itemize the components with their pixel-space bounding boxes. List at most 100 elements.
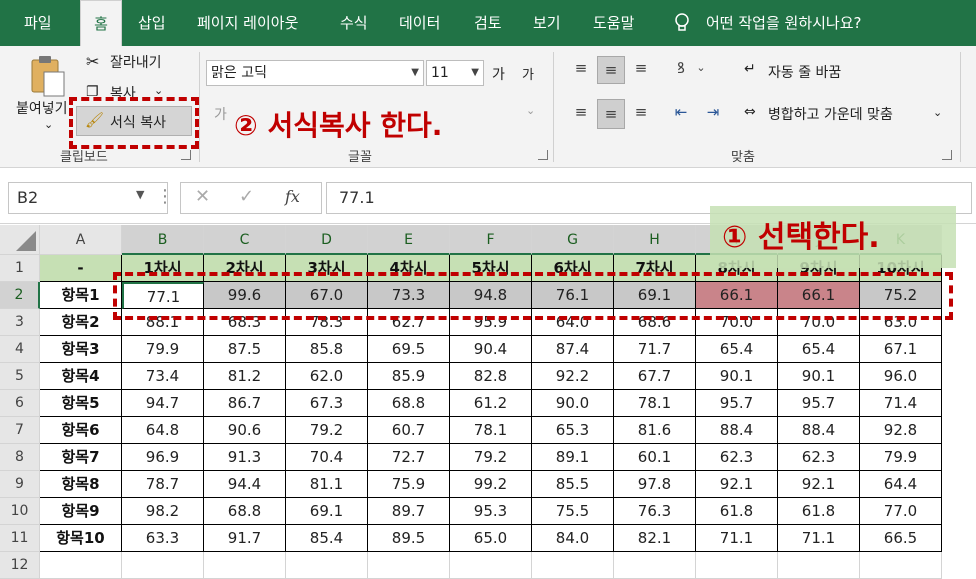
font-color-dropdown-icon[interactable]: ⌄ bbox=[526, 104, 535, 117]
select-all-corner[interactable] bbox=[0, 225, 40, 255]
data-cell[interactable]: 78.1 bbox=[450, 417, 532, 444]
data-cell[interactable]: 90.1 bbox=[696, 363, 778, 390]
cell[interactable] bbox=[614, 552, 696, 579]
copy-dropdown-icon[interactable]: ⌄ bbox=[154, 84, 163, 97]
data-cell[interactable]: 65.4 bbox=[778, 336, 860, 363]
data-cell[interactable]: 71.7 bbox=[614, 336, 696, 363]
data-cell[interactable]: 87.4 bbox=[532, 336, 614, 363]
cell[interactable] bbox=[204, 552, 286, 579]
cell[interactable] bbox=[532, 552, 614, 579]
data-cell[interactable]: 72.7 bbox=[368, 444, 450, 471]
data-cell[interactable]: 89.7 bbox=[368, 498, 450, 525]
item-label-cell[interactable]: 항목3 bbox=[40, 336, 122, 363]
data-cell[interactable]: 97.8 bbox=[614, 471, 696, 498]
decrease-indent-icon[interactable]: ⇤ bbox=[668, 99, 694, 127]
data-cell[interactable]: 82.1 bbox=[614, 525, 696, 552]
insert-function-icon[interactable]: fx bbox=[285, 187, 300, 206]
row-header-2[interactable]: 2 bbox=[0, 282, 40, 309]
tab-review[interactable]: 검토 bbox=[474, 0, 502, 46]
data-cell[interactable]: 90.0 bbox=[532, 390, 614, 417]
merge-center-button[interactable]: 병합하고 가운데 맞춤 bbox=[768, 104, 893, 124]
align-bottom-icon[interactable]: ≡ bbox=[628, 56, 654, 82]
tab-formulas[interactable]: 수식 bbox=[340, 0, 368, 46]
data-cell[interactable]: 94.7 bbox=[122, 390, 204, 417]
data-cell[interactable]: 92.1 bbox=[696, 471, 778, 498]
tab-help[interactable]: 도움말 bbox=[593, 0, 634, 46]
column-header-d[interactable]: D bbox=[286, 225, 368, 255]
align-right-icon[interactable]: ≡ bbox=[628, 99, 654, 127]
row-header-9[interactable]: 9 bbox=[0, 471, 40, 498]
column-header-a[interactable]: A bbox=[40, 225, 122, 255]
data-cell[interactable]: 85.5 bbox=[532, 471, 614, 498]
data-cell[interactable]: 98.2 bbox=[122, 498, 204, 525]
data-cell[interactable]: 61.8 bbox=[778, 498, 860, 525]
data-cell[interactable]: 90.1 bbox=[778, 363, 860, 390]
data-cell[interactable]: 85.8 bbox=[286, 336, 368, 363]
data-cell[interactable]: 62.3 bbox=[778, 444, 860, 471]
data-cell[interactable]: 75.5 bbox=[532, 498, 614, 525]
data-cell[interactable]: 71.4 bbox=[860, 390, 942, 417]
cell[interactable] bbox=[122, 552, 204, 579]
data-cell[interactable]: 96.9 bbox=[122, 444, 204, 471]
column-header-g[interactable]: G bbox=[532, 225, 614, 255]
orientation-icon[interactable]: ꝸ bbox=[668, 56, 694, 82]
cell[interactable] bbox=[368, 552, 450, 579]
data-cell[interactable]: 88.4 bbox=[778, 417, 860, 444]
data-cell[interactable]: 61.8 bbox=[696, 498, 778, 525]
data-cell[interactable]: 71.1 bbox=[696, 525, 778, 552]
clipboard-dialog-launcher-icon[interactable] bbox=[181, 150, 191, 160]
alignment-dialog-launcher-icon[interactable] bbox=[942, 150, 952, 160]
data-cell[interactable]: 70.4 bbox=[286, 444, 368, 471]
data-cell[interactable]: 87.5 bbox=[204, 336, 286, 363]
data-cell[interactable]: 96.0 bbox=[860, 363, 942, 390]
data-cell[interactable]: 82.8 bbox=[450, 363, 532, 390]
item-label-cell[interactable]: 항목2 bbox=[40, 309, 122, 336]
data-cell[interactable]: 62.3 bbox=[696, 444, 778, 471]
enter-icon[interactable]: ✓ bbox=[239, 186, 254, 207]
row-header-3[interactable]: 3 bbox=[0, 309, 40, 336]
item-label-cell[interactable]: 항목8 bbox=[40, 471, 122, 498]
data-cell[interactable]: 95.7 bbox=[696, 390, 778, 417]
data-cell[interactable]: 66.5 bbox=[860, 525, 942, 552]
cell[interactable] bbox=[450, 552, 532, 579]
font-name-combo[interactable]: 맑은 고딕 ▼ bbox=[206, 60, 424, 86]
font-size-combo[interactable]: 11 ▼ bbox=[426, 60, 484, 86]
column-header-e[interactable]: E bbox=[368, 225, 450, 255]
data-cell[interactable]: 91.3 bbox=[204, 444, 286, 471]
cell[interactable] bbox=[778, 552, 860, 579]
data-cell[interactable]: 95.7 bbox=[778, 390, 860, 417]
data-cell[interactable]: 71.1 bbox=[778, 525, 860, 552]
merge-dropdown-icon[interactable]: ⌄ bbox=[933, 106, 942, 119]
header-cell-dash[interactable]: - bbox=[40, 255, 122, 282]
data-cell[interactable]: 88.4 bbox=[696, 417, 778, 444]
data-cell[interactable]: 67.1 bbox=[860, 336, 942, 363]
data-cell[interactable]: 61.2 bbox=[450, 390, 532, 417]
tab-file[interactable]: 파일 bbox=[24, 0, 52, 46]
data-cell[interactable]: 78.1 bbox=[614, 390, 696, 417]
bold-button[interactable]: 가 bbox=[214, 104, 227, 124]
item-label-cell[interactable]: 항목9 bbox=[40, 498, 122, 525]
data-cell[interactable]: 89.5 bbox=[368, 525, 450, 552]
data-cell[interactable]: 67.3 bbox=[286, 390, 368, 417]
align-left-icon[interactable]: ≡ bbox=[568, 99, 594, 127]
data-cell[interactable]: 92.8 bbox=[860, 417, 942, 444]
data-cell[interactable]: 86.7 bbox=[204, 390, 286, 417]
data-cell[interactable]: 64.8 bbox=[122, 417, 204, 444]
wrap-text-button[interactable]: 자동 줄 바꿈 bbox=[768, 62, 841, 82]
data-cell[interactable]: 90.4 bbox=[450, 336, 532, 363]
data-cell[interactable]: 63.3 bbox=[122, 525, 204, 552]
column-header-h[interactable]: H bbox=[614, 225, 696, 255]
align-top-icon[interactable]: ≡ bbox=[568, 56, 594, 82]
cell[interactable] bbox=[860, 552, 942, 579]
item-label-cell[interactable]: 항목10 bbox=[40, 525, 122, 552]
align-center-icon[interactable]: ≡ bbox=[597, 99, 625, 129]
data-cell[interactable]: 65.4 bbox=[696, 336, 778, 363]
data-cell[interactable]: 64.4 bbox=[860, 471, 942, 498]
item-label-cell[interactable]: 항목5 bbox=[40, 390, 122, 417]
item-label-cell[interactable]: 항목6 bbox=[40, 417, 122, 444]
tab-data[interactable]: 데이터 bbox=[399, 0, 440, 46]
item-label-cell[interactable]: 항목4 bbox=[40, 363, 122, 390]
data-cell[interactable]: 84.0 bbox=[532, 525, 614, 552]
data-cell[interactable]: 65.3 bbox=[532, 417, 614, 444]
cell[interactable] bbox=[286, 552, 368, 579]
